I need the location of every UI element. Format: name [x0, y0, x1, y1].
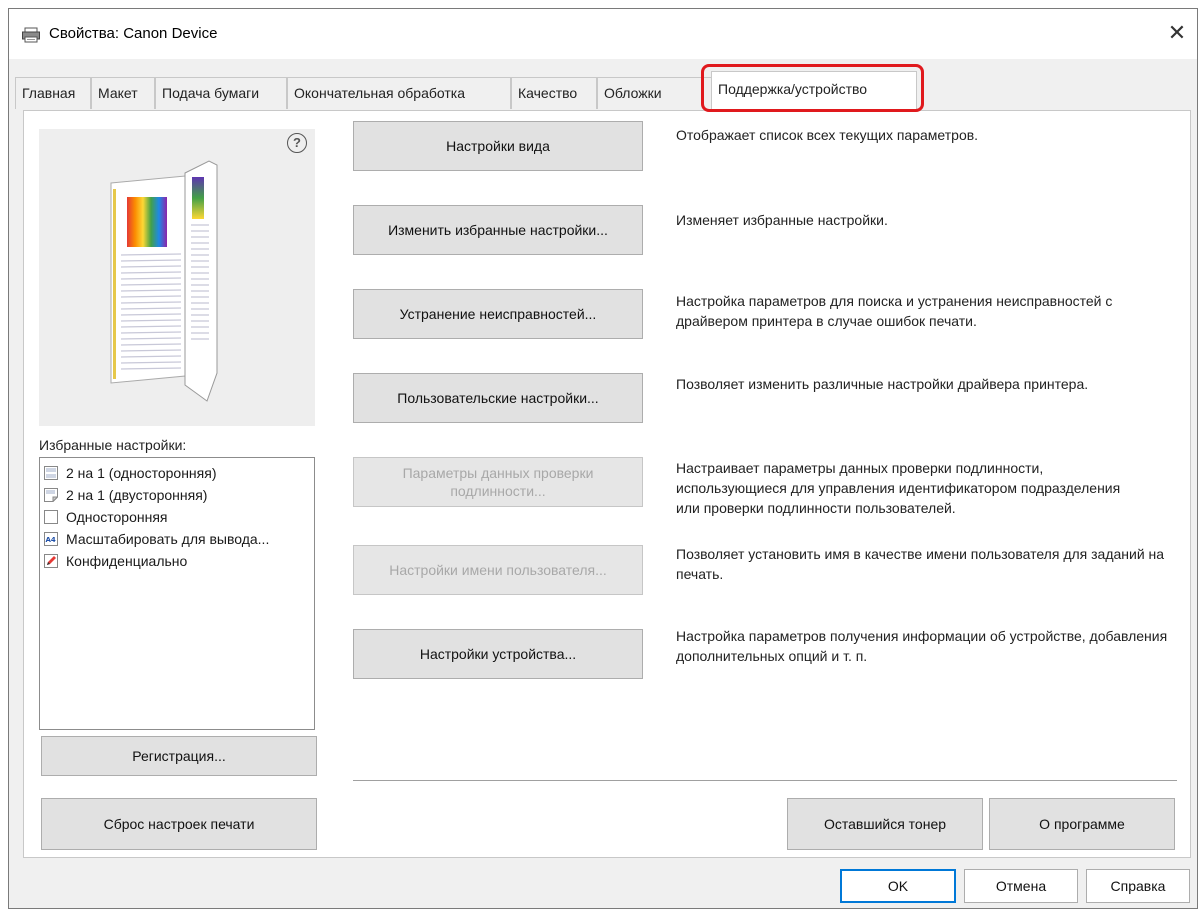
tab-paper-source[interactable]: Подача бумаги	[155, 77, 287, 109]
booklet-preview-image	[110, 160, 218, 402]
tab-covers[interactable]: Обложки	[597, 77, 715, 109]
tab-main[interactable]: Главная	[15, 77, 91, 109]
divider	[353, 780, 1177, 781]
list-item-label: Односторонняя	[66, 509, 168, 525]
cancel-button[interactable]: Отмена	[964, 869, 1078, 903]
layout-2in1-icon	[44, 466, 58, 480]
view-settings-label: Настройки вида	[446, 138, 550, 154]
view-settings-description: Отображает список всех текущих параметро…	[676, 127, 979, 143]
reset-print-settings-button[interactable]: Сброс настроек печати	[41, 798, 317, 850]
list-item-label: Масштабировать для вывода...	[66, 531, 270, 547]
favorites-list[interactable]: 2 на 1 (односторонняя) 2 на 1 (двусторон…	[39, 457, 315, 730]
tab-label: Качество	[518, 85, 578, 101]
tab-layout[interactable]: Макет	[91, 77, 155, 109]
cancel-label: Отмена	[995, 878, 1047, 894]
svg-text:A4: A4	[46, 536, 56, 544]
device-settings-label: Настройки устройства...	[419, 646, 577, 662]
window-title: Свойства: Canon Device	[49, 25, 218, 42]
troubleshooting-description: Настройка параметров для поиска и устран…	[676, 293, 1113, 329]
tab-strip: Главная Макет Подача бумаги Окончательна…	[15, 71, 1191, 111]
list-item[interactable]: A4 Масштабировать для вывода...	[44, 528, 312, 550]
title-bar: Свойства: Canon Device ✕	[9, 9, 1197, 59]
ok-button[interactable]: OK	[840, 869, 956, 903]
tab-label: Обложки	[604, 85, 662, 101]
list-item[interactable]: Односторонняя	[44, 506, 312, 528]
tab-label: Поддержка/устройство	[718, 81, 868, 97]
blank-page-icon	[44, 510, 58, 524]
a4-scale-icon: A4	[44, 532, 58, 546]
list-item-label: 2 на 1 (односторонняя)	[66, 465, 217, 481]
list-item-label: 2 на 1 (двусторонняя)	[66, 487, 208, 503]
troubleshooting-button[interactable]: Устранение неисправностей...	[353, 289, 643, 339]
printer-properties-window: Свойства: Canon Device ✕ Главная Макет П…	[8, 8, 1198, 909]
edit-favorites-description: Изменяет избранные настройки.	[676, 212, 888, 228]
user-settings-label: Пользовательские настройки...	[397, 390, 599, 406]
help-glyph: ?	[293, 135, 301, 150]
view-settings-button[interactable]: Настройки вида	[353, 121, 643, 171]
edit-favorites-button[interactable]: Изменить избранные настройки...	[353, 205, 643, 255]
register-button[interactable]: Регистрация...	[41, 736, 317, 776]
printer-icon	[22, 27, 40, 43]
tab-label: Подача бумаги	[162, 85, 260, 101]
tab-finishing[interactable]: Окончательная обработка	[287, 77, 511, 109]
close-icon: ✕	[1167, 20, 1187, 45]
register-button-label: Регистрация...	[132, 748, 226, 764]
pencil-icon	[44, 554, 58, 568]
user-settings-description: Позволяет изменить различные настройки д…	[676, 376, 1089, 392]
help-button[interactable]: Справка	[1086, 869, 1190, 903]
edit-favorites-label: Изменить избранные настройки...	[388, 222, 608, 238]
user-settings-button[interactable]: Пользовательские настройки...	[353, 373, 643, 423]
remaining-toner-button[interactable]: Оставшийся тонер	[787, 798, 983, 850]
user-name-settings-label: Настройки имени пользователя...	[389, 562, 607, 578]
tab-label: Окончательная обработка	[294, 85, 465, 101]
user-name-settings-button[interactable]: Настройки имени пользователя...	[353, 545, 643, 595]
list-item[interactable]: 2 на 1 (двусторонняя)	[44, 484, 312, 506]
list-item[interactable]: Конфиденциально	[44, 550, 312, 572]
print-preview	[39, 129, 315, 426]
close-button[interactable]: ✕	[1157, 15, 1197, 51]
ok-label: OK	[887, 878, 909, 894]
authentication-data-label: Параметры данных проверки подлинности...	[402, 465, 594, 499]
about-label: О программе	[1039, 816, 1125, 832]
favorites-label: Избранные настройки:	[39, 437, 187, 453]
tab-support-device[interactable]: Поддержка/устройство	[711, 71, 917, 111]
help-icon[interactable]: ?	[287, 133, 307, 153]
troubleshooting-label: Устранение неисправностей...	[399, 306, 597, 322]
authentication-data-description: Настраивает параметры данных проверки по…	[676, 460, 1121, 516]
device-settings-description: Настройка параметров получения информаци…	[676, 628, 1168, 664]
authentication-data-button[interactable]: Параметры данных проверки подлинности...	[353, 457, 643, 507]
reset-button-label: Сброс настроек печати	[103, 816, 255, 832]
remaining-toner-label: Оставшийся тонер	[823, 816, 947, 832]
help-label: Справка	[1110, 878, 1166, 894]
list-item-label: Конфиденциально	[66, 553, 188, 569]
tab-label: Макет	[98, 85, 138, 101]
tab-label: Главная	[22, 85, 76, 101]
list-item[interactable]: 2 на 1 (односторонняя)	[44, 462, 312, 484]
layout-duplex-icon	[44, 488, 58, 502]
device-settings-button[interactable]: Настройки устройства...	[353, 629, 643, 679]
about-button[interactable]: О программе	[989, 798, 1175, 850]
tab-quality[interactable]: Качество	[511, 77, 597, 109]
user-name-settings-description: Позволяет установить имя в качестве имен…	[676, 546, 1165, 582]
